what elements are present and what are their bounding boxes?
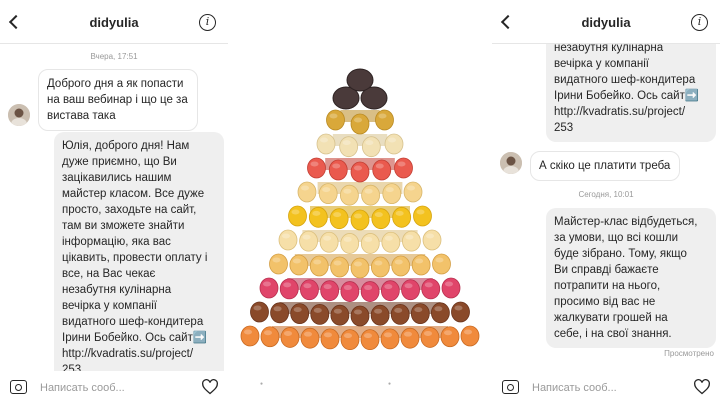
message-line: видатного шеф-кондитера (62, 316, 204, 328)
message-input[interactable] (532, 379, 672, 397)
message-line: Ірини Бобейко. Ось сайт➡️ (554, 90, 700, 102)
right-chat-panel: didyulia i незабутня кулінарна вечірка у… (492, 0, 720, 405)
message-line: незабутня кулінарна (62, 284, 172, 296)
message-line: просимо від вас не (554, 296, 656, 308)
chat-username[interactable]: didyulia (0, 15, 228, 30)
avatar[interactable] (500, 152, 522, 174)
message-timestamp: Сегодня, 10:01 (578, 190, 634, 199)
message-line: майстер класом. Все дуже (62, 188, 205, 200)
message-line: вечірка у компанії (62, 300, 157, 312)
incoming-message-bubble: Доброго дня а як попасти на ваш вебинар … (38, 69, 198, 131)
outgoing-message-bubble: Юлія, доброго дня! Нам дуже приємно, що … (54, 132, 224, 384)
heart-icon[interactable] (201, 379, 219, 395)
chat-header: didyulia i (0, 0, 228, 44)
outgoing-message-bubble: Майстер-клас відбудеться, за умови, що в… (546, 208, 716, 348)
message-line: там ви зможете знайти (62, 220, 185, 232)
outgoing-message-bubble-continued: незабутня кулінарна вечірка у компанії в… (546, 30, 716, 142)
camera-icon[interactable] (10, 380, 27, 394)
message-line: 253 (554, 122, 574, 134)
chat-username[interactable]: didyulia (492, 15, 720, 30)
message-line: цікавить, провести оплату і (62, 252, 208, 264)
message-line: Майстер-клас відбудеться, (554, 216, 698, 228)
message-line: жалкувати грошей на (554, 312, 668, 324)
message-line: зацікавились нашим (62, 172, 172, 184)
message-line: вечірка у компанії (554, 58, 649, 70)
message-line: потрапити на нього, (554, 280, 661, 292)
message-line: інформацію, яка вас (62, 236, 171, 248)
info-icon[interactable]: i (691, 14, 708, 31)
heart-icon[interactable] (693, 379, 711, 395)
seen-status: Просмотрено (664, 349, 714, 358)
message-link[interactable]: http://kvadratis.su/project/ (554, 104, 708, 120)
message-line: видатного шеф-кондитера (554, 74, 696, 86)
left-chat-panel: didyulia i Вчера, 17:51 Доброго дня а як… (0, 0, 228, 405)
info-icon[interactable]: i (199, 14, 216, 31)
message-link[interactable]: http://kvadratis.su/project/ (62, 346, 216, 362)
camera-icon[interactable] (502, 380, 519, 394)
message-composer (492, 371, 720, 405)
message-line: просто, заходьте на сайт, (62, 204, 197, 216)
message-line: все, на Вас чекає (62, 268, 156, 280)
message-composer (0, 371, 228, 405)
message-timestamp: Вчера, 17:51 (90, 52, 138, 61)
message-line: дуже приємно, що Ви (62, 156, 177, 168)
decorative-dot: ● (260, 381, 264, 387)
incoming-message-bubble: А скіко це платити треба (530, 151, 680, 181)
decorative-dot: ● (388, 381, 392, 387)
message-line: Ви справді бажаєте (554, 264, 659, 276)
avatar[interactable] (8, 104, 30, 126)
message-line: буде зібрано. Тому, якщо (554, 248, 687, 260)
message-input[interactable] (40, 379, 180, 397)
message-line: себе, і на свої знання. (554, 328, 672, 340)
message-line: Юлія, доброго дня! Нам (62, 140, 190, 152)
macaron-tower-photo: ● ● (228, 0, 492, 405)
macaron-tower-image (240, 68, 480, 351)
message-line: за умови, що всі кошли (554, 232, 679, 244)
chat-header: didyulia i (492, 0, 720, 44)
message-line: Ірини Бобейко. Ось сайт➡️ (62, 332, 208, 344)
